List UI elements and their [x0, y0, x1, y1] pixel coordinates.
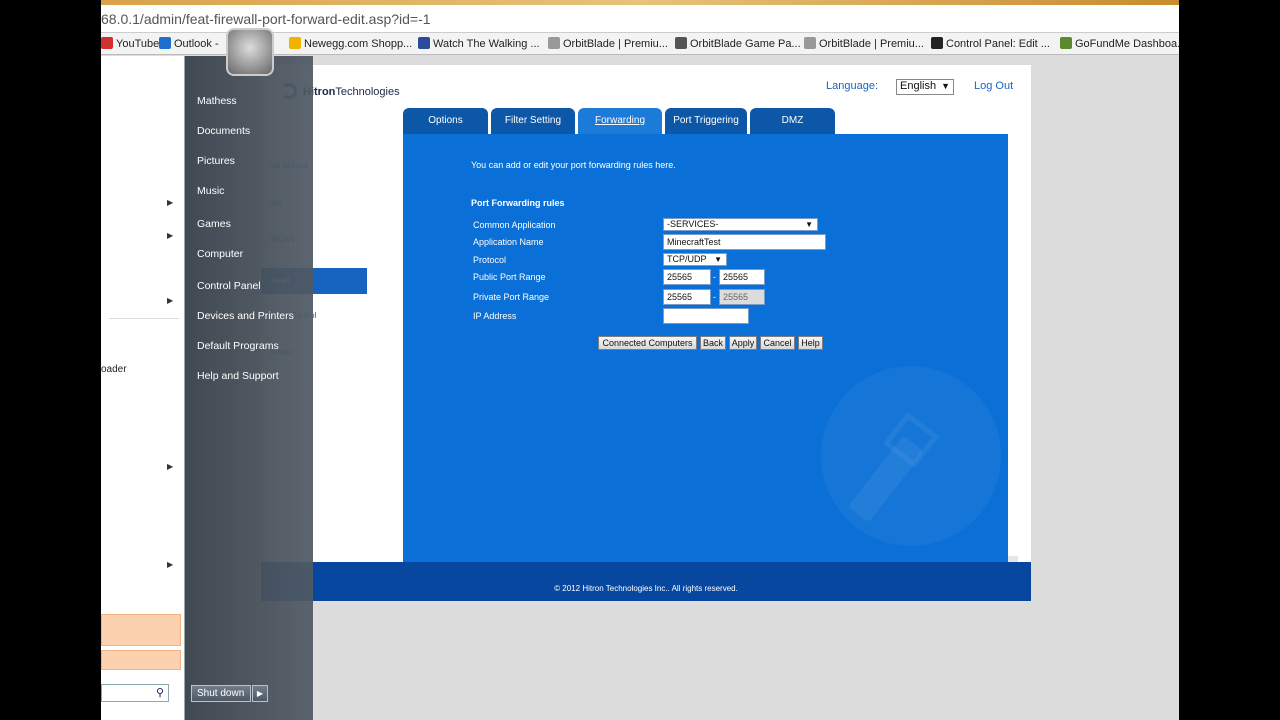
language-label: Language: — [826, 80, 878, 92]
desktop-screen: 68.0.1/admin/feat-firewall-port-forward-… — [101, 0, 1179, 720]
start-menu-programs: ▶ ▶ ▶ oader ▶ ▶ ⚲ — [101, 56, 184, 720]
start-link-help-support[interactable]: Help and Support — [197, 370, 279, 382]
browser-top-strip — [101, 0, 1179, 5]
bookmark-gofundme[interactable]: GoFundMe Dashboa... — [1060, 37, 1179, 50]
bookmark-youtube[interactable]: YouTube — [101, 37, 159, 50]
private-range-label: Private Port Range — [473, 292, 550, 302]
gofundme-icon — [1060, 37, 1072, 49]
start-link-devices-printers[interactable]: Devices and Printers — [197, 310, 294, 322]
chevron-right-icon[interactable]: ▶ — [167, 231, 173, 240]
bookmark-walking-dead[interactable]: Watch The Walking ... — [418, 37, 540, 50]
highlighted-program[interactable] — [101, 650, 181, 670]
tab-port-triggering[interactable]: Port Triggering — [665, 108, 747, 134]
tv-icon — [418, 37, 430, 49]
start-link-user[interactable]: Mathess — [197, 95, 237, 107]
shutdown-options-arrow-icon[interactable]: ▶ — [252, 685, 268, 702]
copyright-text: © 2012 Hitron Technologies Inc.. All rig… — [554, 584, 738, 593]
range-separator: - — [713, 272, 716, 282]
runner-icon — [675, 37, 687, 49]
common-app-select[interactable]: -SERVICES- ▼ — [663, 218, 818, 231]
start-menu-links: Mathess Documents Pictures Music Games C… — [184, 28, 313, 720]
public-port-end-input[interactable]: 25565 — [719, 269, 765, 285]
section-title: Port Forwarding rules — [471, 198, 565, 208]
cancel-button[interactable]: Cancel — [760, 336, 795, 350]
public-port-start-input[interactable]: 25565 — [663, 269, 711, 285]
logout-link[interactable]: Log Out — [974, 80, 1013, 92]
youtube-icon — [101, 37, 113, 49]
tab-dmz[interactable]: DMZ — [750, 108, 835, 134]
start-link-computer[interactable]: Computer — [197, 248, 243, 260]
tumblr-icon — [931, 37, 943, 49]
tab-filter-setting[interactable]: Filter Setting — [491, 108, 575, 134]
intro-text: You can add or edit your port forwarding… — [471, 160, 676, 170]
start-link-default-programs[interactable]: Default Programs — [197, 340, 279, 352]
bookmark-orbitblade-game[interactable]: OrbitBlade Game Pa... — [675, 37, 801, 50]
common-app-label: Common Application — [473, 220, 556, 230]
private-port-start-input[interactable]: 25565 — [663, 289, 711, 305]
start-link-pictures[interactable]: Pictures — [197, 155, 235, 167]
forwarding-panel: You can add or edit your port forwarding… — [403, 134, 1008, 562]
start-link-control-panel[interactable]: Control Panel — [197, 280, 261, 292]
start-link-music[interactable]: Music — [197, 185, 224, 197]
address-url[interactable]: 68.0.1/admin/feat-firewall-port-forward-… — [101, 11, 431, 27]
tab-forwarding[interactable]: Forwarding — [578, 108, 662, 134]
chevron-right-icon[interactable]: ▶ — [167, 560, 173, 569]
protocol-select[interactable]: TCP/UDP ▼ — [663, 253, 727, 266]
apply-button[interactable]: Apply — [729, 336, 757, 350]
private-port-end-input: 25565 — [719, 289, 765, 305]
protocol-label: Protocol — [473, 255, 507, 265]
bookmark-newegg[interactable]: Newegg.com Shopp... — [289, 37, 412, 50]
dropdown-arrow-icon: ▼ — [714, 255, 722, 264]
chevron-right-icon[interactable]: ▶ — [167, 296, 173, 305]
bookmark-orbitblade-1[interactable]: OrbitBlade | Premiu... — [548, 37, 668, 50]
shutdown-button[interactable]: Shut down — [191, 685, 251, 702]
bookmark-outlook[interactable]: Outlook - — [159, 37, 219, 50]
bookmark-control-panel[interactable]: Control Panel: Edit ... — [931, 37, 1050, 50]
outlook-icon — [159, 37, 171, 49]
menu-divider — [109, 318, 179, 319]
highlighted-program[interactable] — [101, 614, 181, 646]
start-link-documents[interactable]: Documents — [197, 125, 250, 137]
page-icon — [804, 37, 816, 49]
newegg-icon — [289, 37, 301, 49]
chevron-right-icon[interactable]: ▶ — [167, 198, 173, 207]
start-search-input[interactable]: ⚲ — [101, 684, 169, 702]
range-separator: - — [713, 292, 716, 302]
back-button[interactable]: Back — [700, 336, 726, 350]
ip-address-label: IP Address — [473, 311, 517, 321]
start-link-games[interactable]: Games — [197, 218, 231, 230]
program-item-loader[interactable]: oader — [101, 364, 127, 375]
user-avatar[interactable] — [226, 28, 274, 76]
ip-address-input[interactable] — [663, 308, 749, 324]
help-button[interactable]: Help — [798, 336, 823, 350]
chevron-right-icon[interactable]: ▶ — [167, 462, 173, 471]
search-icon: ⚲ — [155, 687, 164, 699]
page-icon — [548, 37, 560, 49]
dropdown-arrow-icon: ▼ — [805, 220, 813, 229]
app-name-input[interactable]: MinecraftTest — [663, 234, 826, 250]
tab-options[interactable]: Options — [403, 108, 488, 134]
page-footer: © 2012 Hitron Technologies Inc.. All rig… — [261, 562, 1031, 601]
start-menu: ▶ ▶ ▶ oader ▶ ▶ ⚲ Mathess Documents Pict… — [101, 28, 313, 720]
dropdown-arrow-icon: ▼ — [941, 81, 950, 91]
bookmark-orbitblade-2[interactable]: OrbitBlade | Premiu... — [804, 37, 924, 50]
connected-computers-button[interactable]: Connected Computers — [598, 336, 697, 350]
router-admin-page: HitronTechnologies Language: English ▼ Lo… — [261, 65, 1031, 601]
public-range-label: Public Port Range — [473, 272, 546, 282]
app-name-label: Application Name — [473, 237, 544, 247]
language-select[interactable]: English ▼ — [896, 79, 954, 95]
